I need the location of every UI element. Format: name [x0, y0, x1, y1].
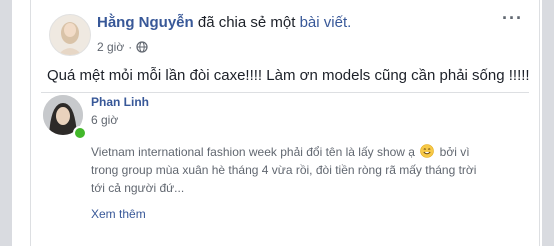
shared-post-text: Vietnam international fashion week phải … [91, 143, 491, 197]
globe-icon[interactable] [136, 41, 148, 53]
smiling-face-emoji-icon [420, 144, 435, 158]
author-avatar-image [50, 15, 90, 55]
post-card: Hằng Nguyễn đã chia sẻ một bài viết. 2 g… [30, 0, 540, 246]
see-more-link[interactable]: Xem thêm [91, 207, 146, 221]
author-name[interactable]: Hằng Nguyễn [97, 14, 194, 31]
post-meta: 2 giờ · [97, 40, 148, 54]
shared-post-link[interactable]: bài viết. [300, 14, 352, 31]
author-avatar[interactable] [49, 14, 91, 56]
post-text: Quá mệt mỏi mỗi lần đòi caxe!!!! Làm ơn … [47, 67, 530, 84]
share-action-text: đã chia sẻ một [197, 14, 296, 31]
shared-author-name[interactable]: Phan Linh [91, 95, 149, 109]
shared-text-part-1: Vietnam international fashion week phải … [91, 145, 415, 159]
page-background-left [0, 0, 12, 246]
post-timestamp[interactable]: 2 giờ [97, 40, 124, 54]
more-options-icon[interactable]: ··· [502, 8, 523, 29]
page-background-right [542, 0, 554, 246]
post-header: Hằng Nguyễn đã chia sẻ một bài viết. [97, 14, 351, 31]
online-status-dot [73, 126, 87, 140]
shared-post-timestamp[interactable]: 6 giờ [91, 113, 118, 127]
shared-post[interactable]: Phan Linh 6 giờ Vietnam international fa… [41, 92, 529, 243]
